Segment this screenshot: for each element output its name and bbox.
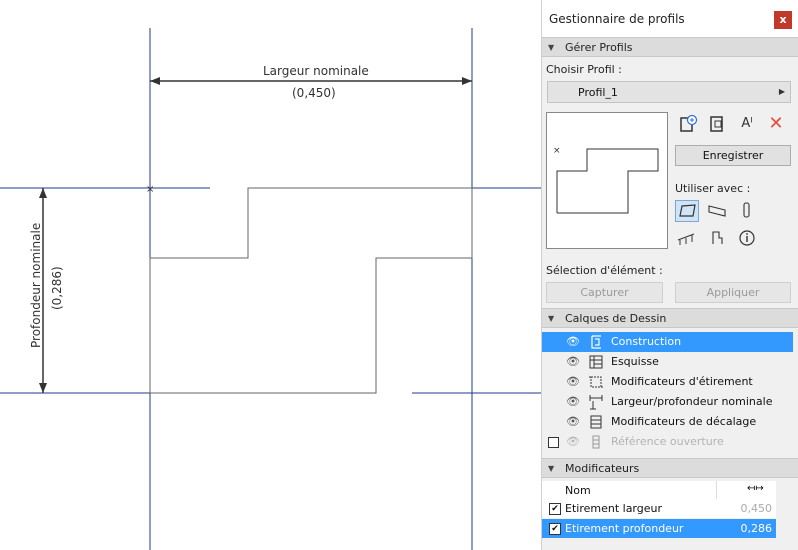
beam-tool-icon[interactable] [706,200,730,222]
close-button[interactable]: x [774,11,792,29]
railing-tool-icon[interactable] [675,228,699,250]
collapse-arrow-icon[interactable]: ▼ [548,43,554,52]
profile-manager-panel: Gestionnaire de profils x ▼ Gérer Profil… [541,0,798,550]
collapse-arrow-icon[interactable]: ▼ [548,464,554,473]
eye-icon[interactable]: 👁 [566,335,580,348]
object-tool-icon[interactable] [706,228,730,250]
panel-title: Gestionnaire de profils [549,12,685,26]
width-dimension-label: Largeur nominale [263,64,369,78]
capture-button[interactable]: Capturer [546,282,663,303]
eye-icon[interactable]: 👁 [566,355,580,368]
modifiers-table-header: Nom ↤↦ [542,481,776,500]
nominal-dimension-layer-icon [589,395,603,410]
element-selection-label: Sélection d'élément : [546,264,663,277]
modifier-row[interactable]: ✔ Etirement largeur 0,450 [542,499,776,518]
modifier-checkbox[interactable]: ✔ [549,503,561,515]
layer-checkbox[interactable] [548,437,559,448]
profile-preview: × [546,112,668,249]
apply-button[interactable]: Appliquer [675,282,791,303]
construction-layer-icon [591,335,601,349]
section-layers-label: Calques de Dessin [565,312,667,325]
info-icon[interactable] [736,228,760,250]
layer-name: Modificateurs de décalage [611,415,757,428]
profile-select-value: Profil_1 [578,86,618,99]
preview-origin-marker: × [553,146,561,156]
layer-name: Largeur/profondeur nominale [611,395,773,408]
profile-outline[interactable] [149,187,473,394]
wall-tool-icon[interactable] [675,200,699,222]
collapse-arrow-icon[interactable]: ▼ [548,314,554,323]
eye-icon[interactable]: 👁 [566,375,580,388]
layer-name: Construction [611,335,682,348]
modifier-name: Etirement largeur [565,502,663,515]
drawing-svg[interactable]: × [0,0,541,550]
duplicate-profile-icon[interactable] [706,113,728,135]
width-arrow-right [462,77,472,85]
layer-name: Modificateurs d'étirement [611,375,753,388]
width-arrow-left [150,77,160,85]
layer-row-nominal-dimensions[interactable]: 👁 Largeur/profondeur nominale [542,392,793,412]
layer-name: Esquisse [611,355,659,368]
depth-arrow-top [39,188,47,198]
profile-drawing-canvas[interactable]: × Largeur nominale (0,450) Profondeur no… [0,0,541,550]
section-modifiers-label: Modificateurs [565,462,640,475]
modifier-row-selected[interactable]: ✔ Etirement profondeur 0,286 [542,519,776,538]
save-button[interactable]: Enregistrer [675,145,791,166]
delete-profile-icon[interactable]: ✕ [765,113,787,135]
eye-icon[interactable]: 👁 [566,415,580,428]
layer-row-stretch-modifiers[interactable]: 👁 Modificateurs d'étirement [542,372,793,392]
section-modifiers[interactable]: ▼ Modificateurs [542,458,798,478]
modifier-value[interactable]: 0,450 [741,502,773,515]
use-with-label: Utiliser avec : [675,182,751,195]
modifier-checkbox[interactable]: ✔ [549,523,561,535]
section-manage-label: Gérer Profils [565,41,633,54]
eye-icon[interactable]: 👁 [566,435,580,448]
opening-reference-layer-icon [592,435,600,449]
depth-dimension-value: (0,286) [50,266,64,310]
value-column-icon[interactable]: ↤↦ [747,483,764,494]
modifier-value[interactable]: 0,286 [741,522,773,535]
column-name-header[interactable]: Nom [565,484,591,497]
layer-row-opening-reference[interactable]: 👁 Référence ouverture [542,432,793,452]
offset-modifier-layer-icon [590,415,602,429]
rename-profile-icon[interactable]: Aᴵ [736,113,758,135]
depth-dimension-label: Profondeur nominale [29,222,43,348]
layer-row-construction[interactable]: 👁 Construction [542,332,793,352]
section-drawing-layers[interactable]: ▼ Calques de Dessin [542,308,798,328]
profile-select[interactable]: Profil_1 ▶ [547,81,791,103]
sketch-layer-icon [589,355,603,369]
choose-profile-label: Choisir Profil : [546,63,622,76]
layer-row-sketch[interactable]: 👁 Esquisse [542,352,793,372]
modifier-name: Etirement profondeur [565,522,684,535]
column-separator [716,481,717,499]
new-profile-icon[interactable] [677,113,699,135]
profile-preview-svg: × [553,146,659,214]
origin-marker[interactable]: × [146,184,154,195]
layer-row-offset-modifiers[interactable]: 👁 Modificateurs de décalage [542,412,793,432]
depth-arrow-bottom [39,383,47,393]
preview-outline [556,148,659,214]
chevron-right-icon: ▶ [778,87,785,96]
eye-icon[interactable]: 👁 [566,395,580,408]
width-dimension-value: (0,450) [292,86,336,100]
section-manage-profiles[interactable]: ▼ Gérer Profils [542,37,798,57]
column-tool-icon[interactable] [736,200,760,222]
layer-name: Référence ouverture [611,435,724,448]
stretch-modifier-layer-icon [589,376,603,388]
panel-titlebar[interactable]: Gestionnaire de profils x [542,0,798,39]
